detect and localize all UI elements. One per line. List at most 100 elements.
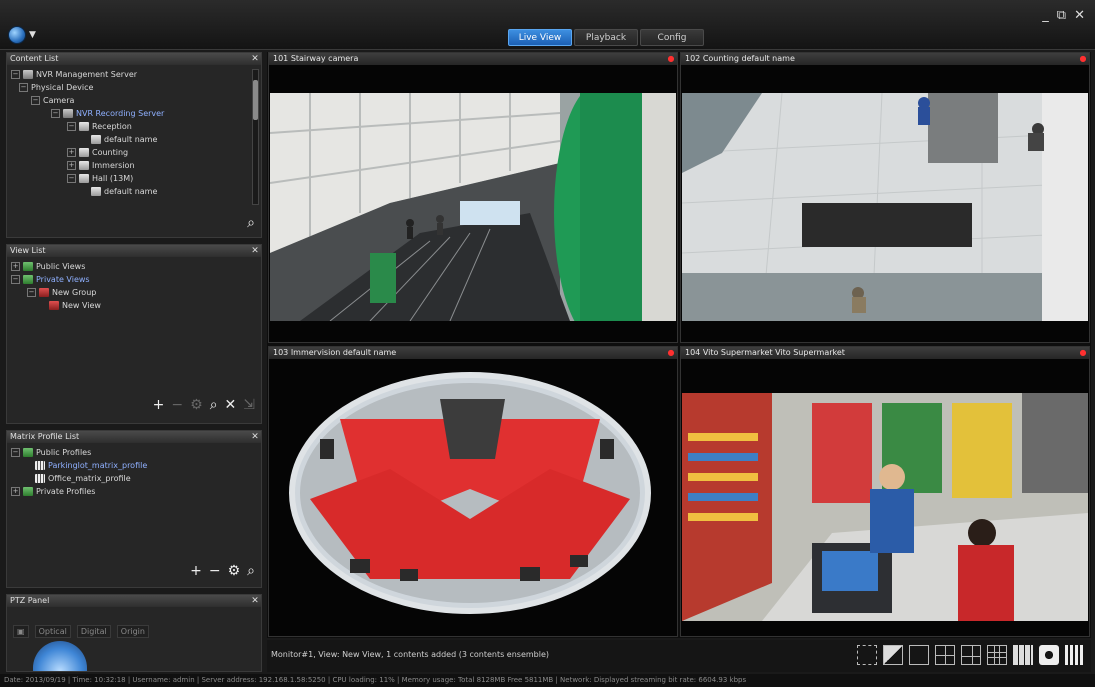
panel-header: PTZ Panel ✕ — [7, 595, 261, 607]
status-message: Monitor#1, View: New View, 1 contents ad… — [271, 650, 550, 659]
tools-icon[interactable]: ✕ — [225, 397, 237, 413]
ptz-lock-icon[interactable]: ▣ — [13, 625, 29, 638]
gear-icon[interactable]: ⚙ — [228, 563, 241, 579]
collapse-icon[interactable]: − — [11, 275, 20, 284]
close-icon[interactable]: ✕ — [1074, 8, 1085, 23]
snapshot-camera-icon[interactable] — [1039, 645, 1059, 665]
layout-1x1-icon[interactable] — [909, 645, 929, 665]
collapse-icon[interactable]: − — [27, 288, 36, 297]
tab-optical[interactable]: Optical — [34, 625, 71, 638]
collapse-icon[interactable]: − — [67, 122, 76, 131]
swap-layout-icon[interactable] — [883, 645, 903, 665]
trash-icon[interactable] — [1065, 645, 1085, 665]
view-tree: + Public Views − Private Views − New Group … — [7, 257, 261, 315]
tree-item[interactable]: − Camera — [11, 94, 257, 107]
collapse-icon[interactable]: − — [19, 83, 28, 92]
panel-header: View List ✕ — [7, 245, 261, 257]
record-indicator-icon: ● — [667, 54, 675, 63]
layout-2x2-icon[interactable] — [935, 645, 955, 665]
camera-icon — [79, 161, 89, 170]
layout-custom-icon[interactable] — [1013, 645, 1033, 665]
close-icon[interactable]: ✕ — [249, 431, 261, 443]
minimize-icon[interactable]: _ — [1042, 8, 1049, 23]
view-list-panel: View List ✕ + Public Views − Private Views… — [6, 244, 262, 424]
remove-icon[interactable]: − — [209, 563, 221, 579]
collapse-icon[interactable]: − — [11, 70, 20, 79]
chevron-down-icon: ▼ — [29, 30, 36, 40]
tree-item[interactable]: − NVR Management Server — [11, 68, 257, 81]
scrollbar-thumb[interactable] — [253, 80, 258, 120]
tree-item[interactable]: + Private Profiles — [11, 485, 257, 498]
app-menu-button[interactable]: ▼ — [8, 26, 48, 44]
server-icon — [23, 70, 33, 79]
close-icon[interactable]: ✕ — [249, 53, 261, 65]
search-icon[interactable]: ⌕ — [247, 215, 255, 231]
tab-digital[interactable]: Digital — [76, 625, 111, 638]
expand-icon[interactable]: + — [11, 487, 20, 496]
tab-playback[interactable]: Playback — [574, 29, 638, 46]
collapse-icon[interactable]: − — [31, 96, 40, 105]
tree-item[interactable]: + Counting — [11, 146, 257, 159]
remove-icon[interactable]: − — [171, 397, 183, 413]
tree-item[interactable]: − Physical Device — [11, 81, 257, 94]
tile-title: 103 Immervision default name — [273, 348, 397, 357]
scrollbar[interactable] — [252, 69, 259, 205]
video-tile[interactable]: 101 Stairway camera ● — [268, 52, 678, 343]
tab-live-view[interactable]: Live View — [508, 29, 572, 46]
tree-item[interactable]: default name — [11, 185, 257, 198]
tree-item[interactable]: default name — [11, 133, 257, 146]
layout-3x3-icon[interactable] — [987, 645, 1007, 665]
search-icon[interactable]: ⌕ — [247, 563, 255, 579]
tree-item[interactable]: − NVR Recording Server — [11, 107, 257, 120]
collapse-icon[interactable]: − — [11, 448, 20, 457]
ptz-panel: PTZ Panel ✕ ▣ Optical Digital Origin — [6, 594, 262, 672]
tree-item[interactable]: − Public Profiles — [11, 446, 257, 459]
ptz-tabs: ▣ Optical Digital Origin — [13, 625, 149, 638]
search-icon[interactable]: ⌕ — [210, 397, 218, 413]
matrix-tools: + − ⚙ ⌕ — [190, 563, 255, 579]
top-bar: ▼ Live View Playback Config _ ⧉ ✕ — [0, 0, 1095, 50]
tree-item[interactable]: − Private Views — [11, 273, 257, 286]
video-tile[interactable]: 103 Immervision default name ● — [268, 346, 678, 637]
close-icon[interactable]: ✕ — [249, 245, 261, 257]
server-icon — [63, 109, 73, 118]
tree-item[interactable]: Office_matrix_profile — [11, 472, 257, 485]
tree-item[interactable]: − New Group — [11, 286, 257, 299]
content-tools: ⌕ — [247, 215, 255, 231]
export-icon[interactable]: ⇲ — [243, 397, 255, 413]
ptz-joystick[interactable] — [33, 641, 87, 671]
video-tile[interactable]: 104 Vito Supermarket Vito Supermarket ● — [680, 346, 1090, 637]
collapse-icon[interactable]: − — [51, 109, 60, 118]
expand-icon[interactable]: + — [67, 161, 76, 170]
profile-folder-icon — [23, 448, 33, 457]
gear-icon[interactable]: ⚙ — [190, 397, 203, 413]
add-icon[interactable]: + — [153, 397, 165, 413]
left-sidebar: Content List ✕ − NVR Management Server − P… — [6, 52, 262, 672]
tab-config[interactable]: Config — [640, 29, 704, 46]
tree-item[interactable]: + Public Views — [11, 260, 257, 273]
tree-item[interactable]: New View — [11, 299, 257, 312]
fullscreen-icon[interactable] — [857, 645, 877, 665]
close-icon[interactable]: ✕ — [249, 595, 261, 607]
expand-icon[interactable]: + — [11, 262, 20, 271]
expand-icon[interactable]: + — [67, 148, 76, 157]
record-indicator-icon: ● — [667, 348, 675, 357]
collapse-icon[interactable]: − — [67, 174, 76, 183]
content-list-panel: Content List ✕ − NVR Management Server − P… — [6, 52, 262, 238]
add-icon[interactable]: + — [190, 563, 202, 579]
view-tools: + − ⚙ ⌕ ✕ ⇲ — [153, 397, 255, 413]
status-bar: Date: 2013/09/19 | Time: 10:32:18 | User… — [0, 674, 1095, 687]
camera-icon — [79, 174, 89, 183]
layout-1plus3-icon[interactable] — [961, 645, 981, 665]
restore-icon[interactable]: ⧉ — [1057, 8, 1066, 23]
camera-icon — [79, 122, 89, 131]
video-tile[interactable]: 102 Counting default name ● — [680, 52, 1090, 343]
camera-icon — [91, 187, 101, 196]
tree-item[interactable]: + Immersion — [11, 159, 257, 172]
matrix-tree: − Public Profiles Parkinglot_matrix_profi… — [7, 443, 261, 501]
video-stream — [270, 93, 676, 321]
tree-item[interactable]: − Reception — [11, 120, 257, 133]
tree-item[interactable]: Parkinglot_matrix_profile — [11, 459, 257, 472]
tab-origin[interactable]: Origin — [116, 625, 149, 638]
tree-item[interactable]: − Hall (13M) — [11, 172, 257, 185]
